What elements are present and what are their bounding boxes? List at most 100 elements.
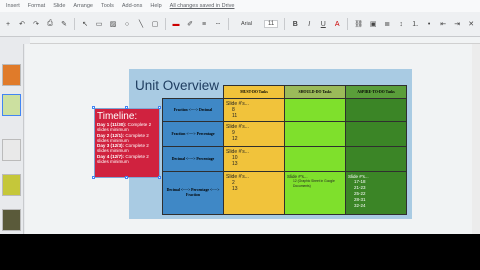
menu-bar: Insert Format Slide Arrange Tools Add-on… <box>0 0 480 12</box>
list-item: 12 (Graphic Sheet in Google Documents) <box>293 179 343 188</box>
menu-arrange[interactable]: Arrange <box>73 3 93 9</box>
menu-help[interactable]: Help <box>150 3 161 9</box>
cell-list: 10 13 <box>226 155 282 167</box>
select-icon[interactable]: ↖ <box>81 18 89 30</box>
decrease-indent-icon[interactable]: ⇤ <box>439 18 447 30</box>
undo-icon[interactable]: ↶ <box>18 18 26 30</box>
bulleted-list-icon[interactable]: • <box>425 18 433 30</box>
should-cell <box>284 98 346 122</box>
saved-status[interactable]: All changes saved in Drive <box>170 3 235 9</box>
cell-list: 8 11 <box>226 107 282 119</box>
toolbar-divider <box>347 18 349 30</box>
cell-list: 12 (Graphic Sheet in Google Documents) <box>287 179 343 188</box>
numbered-list-icon[interactable]: ⒈ <box>411 18 419 30</box>
aspire-cell <box>345 98 407 122</box>
line-weight-icon[interactable]: ≡ <box>200 18 208 30</box>
list-item: 13 <box>232 161 282 167</box>
resize-handle[interactable] <box>158 106 161 109</box>
highlight-icon[interactable]: ✐ <box>186 18 194 30</box>
text-color-icon[interactable]: ▬ <box>172 18 180 30</box>
shape-icon[interactable]: ○ <box>123 18 131 30</box>
resize-handle[interactable] <box>92 106 95 109</box>
image-icon[interactable]: ▨ <box>109 18 117 30</box>
should-cell: Slide #'s... 12 (Graphic Sheet in Google… <box>284 171 346 215</box>
slide-thumbnail[interactable] <box>2 94 21 116</box>
unit-overview-table[interactable]: MUST-DO Tasks SHOULD-DO Tasks ASPIRE-TO-… <box>162 85 407 215</box>
print-icon[interactable]: ⎙ <box>46 18 54 30</box>
timeline-row: Day 1 (11/30): Complete 2 slides minimum <box>97 122 157 133</box>
must-cell: Slide #'s... 8 11 <box>223 98 285 122</box>
must-cell: Slide #'s... 10 13 <box>223 146 285 172</box>
line-dash-icon[interactable]: ┄ <box>214 18 222 30</box>
slide-thumbnail[interactable] <box>2 64 21 86</box>
resize-handle[interactable] <box>158 176 161 179</box>
row-label: Fraction <----> Percentage <box>162 121 224 147</box>
row-label: Fraction <----> Decimal <box>162 98 224 122</box>
timeline-day: Day 3 (12/3): <box>97 143 125 149</box>
timeline-day: Day 4 (12/7): <box>97 153 125 159</box>
text-box-icon[interactable]: ▭ <box>95 18 103 30</box>
toolbar: + ↶ ↷ ⎙ ✎ ↖ ▭ ▨ ○ ╲ ▢ ▬ ✐ ≡ ┄ Arial 11 B… <box>0 12 480 37</box>
toolbar-divider <box>74 18 75 30</box>
timeline-row: Day 2 (12/1): Complete 2 slides minimum <box>97 133 157 144</box>
cell-list: 2 13 <box>226 180 282 192</box>
align-icon[interactable]: ≣ <box>383 18 391 30</box>
comment-icon[interactable]: ▢ <box>151 18 159 30</box>
increase-indent-icon[interactable]: ⇥ <box>453 18 461 30</box>
italic-button[interactable]: I <box>305 18 313 30</box>
link-icon[interactable]: ⛓ <box>354 18 363 30</box>
underline-button[interactable]: U <box>319 18 327 30</box>
ruler <box>30 37 480 44</box>
line-icon[interactable]: ╲ <box>137 18 145 30</box>
resize-handle[interactable] <box>125 106 128 109</box>
toolbar-divider <box>165 18 166 30</box>
toolbar-divider <box>284 18 286 30</box>
resize-handle[interactable] <box>125 176 128 179</box>
aspire-cell <box>345 146 407 172</box>
header-must-do: MUST-DO Tasks <box>223 85 285 99</box>
slide-thumbnail[interactable] <box>2 209 21 231</box>
must-cell: Slide #'s... 9 12 <box>223 121 285 147</box>
line-spacing-icon[interactable]: ↕ <box>397 18 405 30</box>
clear-format-icon[interactable]: ✕ <box>467 18 475 30</box>
timeline-day: Day 2 (12/1): <box>97 132 125 138</box>
menu-format[interactable]: Format <box>28 3 45 9</box>
menu-insert[interactable]: Insert <box>6 3 20 9</box>
header-aspire-to-do: ASPIRE-TO-DO Tasks <box>345 85 407 99</box>
menu-slide[interactable]: Slide <box>53 3 65 9</box>
toolbar-divider <box>228 18 229 30</box>
paint-format-icon[interactable]: ✎ <box>60 18 68 30</box>
table-corner-cell <box>163 86 224 99</box>
header-should-do: SHOULD-DO Tasks <box>284 85 346 99</box>
list-item: 11 <box>232 113 282 119</box>
bold-button[interactable]: B <box>291 18 299 30</box>
slide-thumbnail[interactable] <box>2 139 21 161</box>
slides-app: Insert Format Slide Arrange Tools Add-on… <box>0 0 480 234</box>
redo-icon[interactable]: ↷ <box>32 18 40 30</box>
font-select[interactable]: Arial <box>235 21 258 27</box>
timeline-textbox[interactable]: Timeline: Day 1 (11/30): Complete 2 slid… <box>94 108 160 178</box>
aspire-cell: Slide #'s... 17-18 21-23 25-22 28-31 32-… <box>345 171 407 215</box>
insert-comment-icon[interactable]: ▣ <box>369 18 377 30</box>
row-label: Decimal <----> Percentage <box>162 146 224 172</box>
should-cell <box>284 146 346 172</box>
timeline-row: Day 3 (12/3): Complete 2 slides minimum <box>97 143 157 154</box>
screen: Insert Format Slide Arrange Tools Add-on… <box>0 0 480 270</box>
side-panel-edge <box>472 44 480 234</box>
timeline-row: Day 4 (12/7): Complete 2 slides minimum <box>97 154 157 165</box>
timeline-title: Timeline: <box>97 111 138 122</box>
row-label: Decimal <----> Percentage <----> Fractio… <box>162 171 224 215</box>
resize-handle[interactable] <box>92 176 95 179</box>
cell-list: 9 12 <box>226 130 282 142</box>
menu-tools[interactable]: Tools <box>101 3 114 9</box>
cell-list: 17-18 21-23 25-22 28-31 32-24 <box>348 179 404 209</box>
must-cell: Slide #'s... 2 13 <box>223 171 285 215</box>
slide-thumbnail[interactable] <box>2 174 21 196</box>
font-size-input[interactable]: 11 <box>264 20 279 28</box>
list-item: 12 <box>232 136 282 142</box>
menu-addons[interactable]: Add-ons <box>122 3 143 9</box>
slide-filmstrip <box>0 44 24 234</box>
bold-glyph: B <box>292 20 298 28</box>
add-icon[interactable]: + <box>4 18 12 30</box>
text-color-button[interactable]: A <box>333 18 341 30</box>
